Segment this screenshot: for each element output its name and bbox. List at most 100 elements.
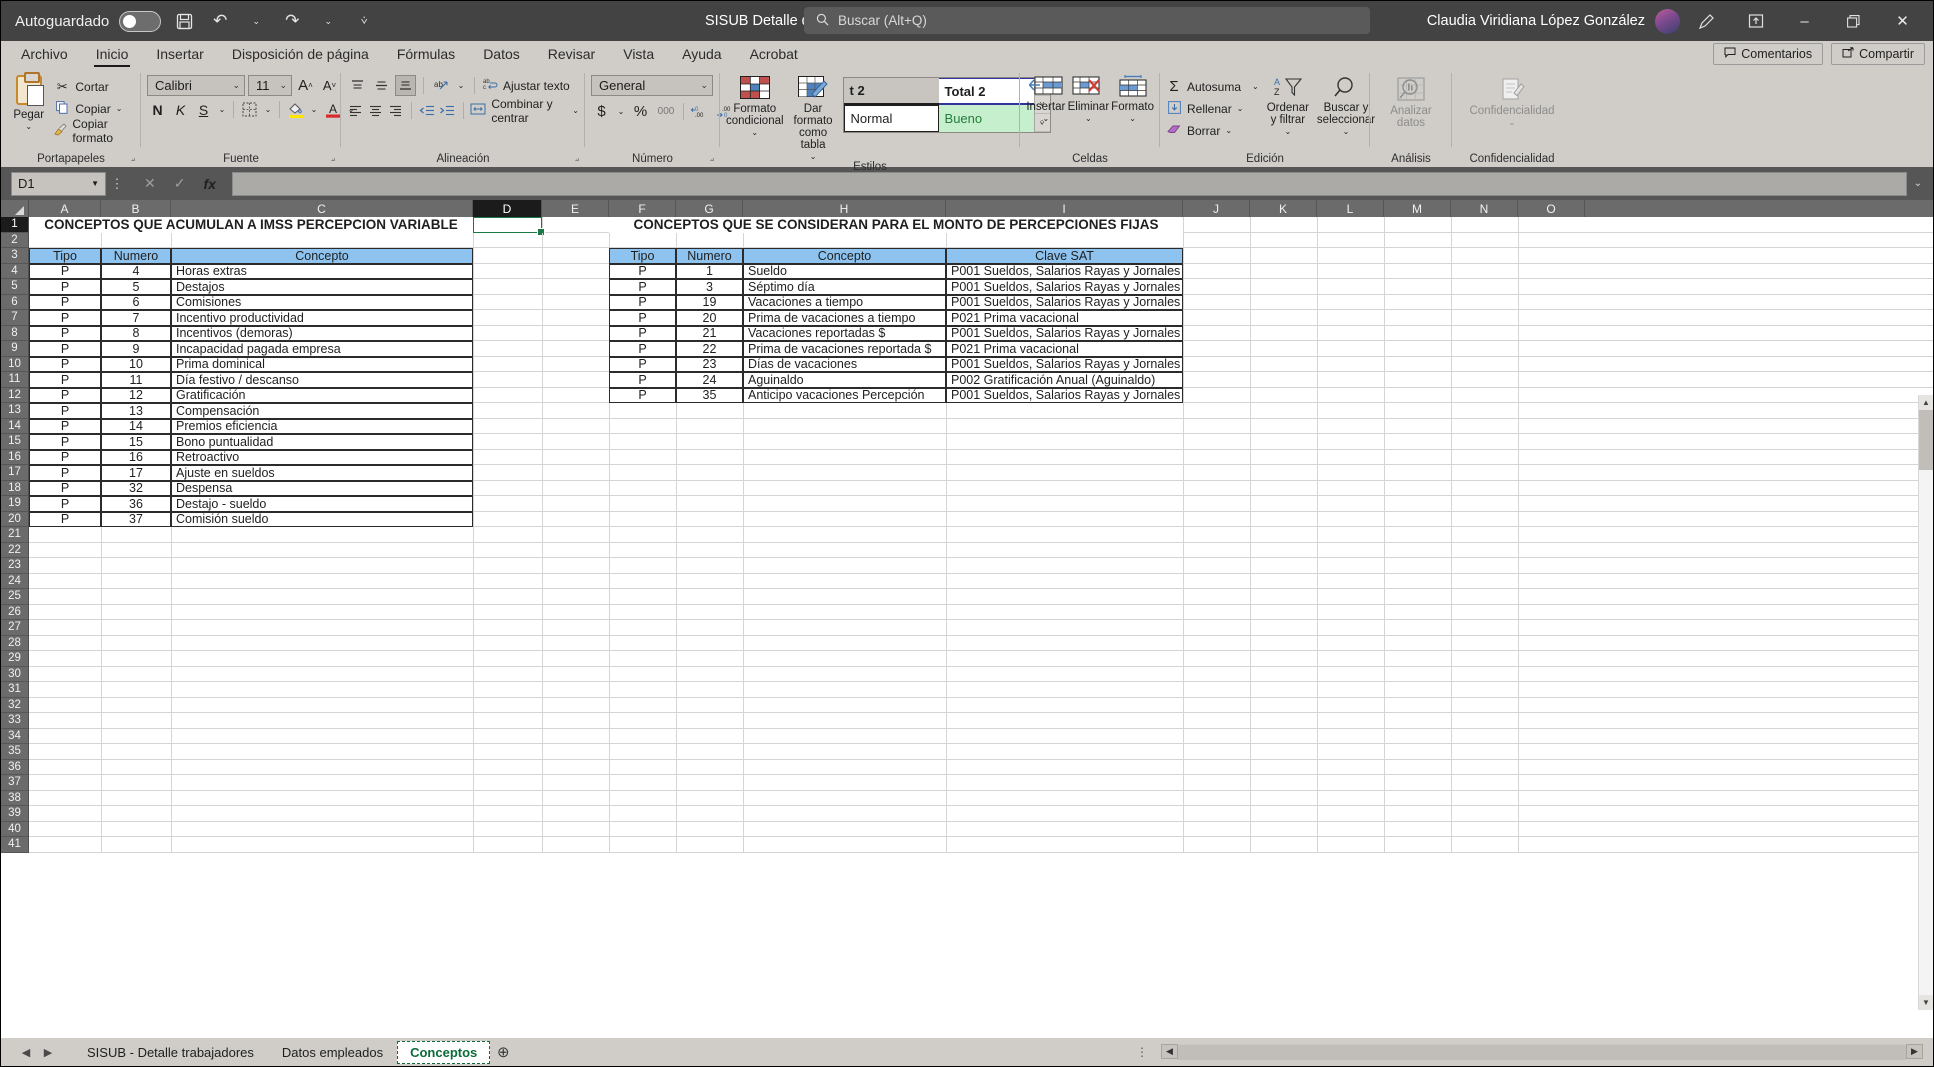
decrease-font-size-icon[interactable]: A ˅: [319, 75, 340, 96]
align-bottom-icon[interactable]: [395, 75, 416, 96]
cell[interactable]: P: [29, 356, 101, 372]
row-header-33[interactable]: 33: [1, 713, 29, 729]
row-cells[interactable]: P 14 Premios eficiencia: [29, 418, 1933, 434]
row-cells[interactable]: [29, 713, 1933, 729]
row-header-13[interactable]: 13: [1, 403, 29, 419]
scroll-left-icon[interactable]: ◀: [1161, 1044, 1178, 1059]
cell[interactable]: 9: [101, 341, 171, 357]
cell[interactable]: Sueldo: [743, 263, 946, 279]
row-header-32[interactable]: 32: [1, 697, 29, 713]
decrease-indent-icon[interactable]: [419, 100, 436, 121]
conditional-format-button[interactable]: Formato condicional ⌄: [726, 74, 784, 137]
row-header-37[interactable]: 37: [1, 775, 29, 791]
cell[interactable]: Vacaciones a tiempo: [743, 294, 946, 310]
column-header-n[interactable]: N: [1451, 200, 1518, 217]
ribbon-tab-datos[interactable]: Datos: [469, 43, 534, 67]
row-cells[interactable]: P 15 Bono puntualidad: [29, 434, 1933, 450]
row-cells[interactable]: P 17 Ajuste en sueldos: [29, 465, 1933, 481]
row-cells[interactable]: [29, 573, 1933, 589]
cell[interactable]: 10: [101, 356, 171, 372]
sort-filter-dropdown-icon[interactable]: ⌄: [1284, 127, 1291, 136]
row-cells[interactable]: P 10 Prima dominical P 23 Días de vacaciones P…: [29, 356, 1933, 372]
horizontal-scroll-track[interactable]: [1178, 1044, 1906, 1060]
row-cells[interactable]: [29, 666, 1933, 682]
cell[interactable]: Gratificación: [171, 387, 473, 403]
increase-indent-icon[interactable]: [439, 100, 456, 121]
row-cells[interactable]: [29, 821, 1933, 837]
row-header-36[interactable]: 36: [1, 759, 29, 775]
cell[interactable]: Prima de vacaciones a tiempo: [743, 310, 946, 326]
row-cells[interactable]: [29, 837, 1933, 853]
formula-bar-handle[interactable]: ⋮: [106, 176, 128, 192]
row-cells[interactable]: [29, 620, 1933, 636]
ribbon-display-options-icon[interactable]: [1733, 2, 1778, 40]
number-dialog-launcher-icon[interactable]: ⟓: [710, 153, 714, 164]
row-cells[interactable]: [29, 775, 1933, 791]
autosum-button[interactable]: Σ Autosuma ⌄: [1166, 76, 1259, 97]
cell[interactable]: P: [29, 372, 101, 388]
clear-button[interactable]: Borrar ⌄: [1166, 120, 1259, 141]
cell[interactable]: P: [609, 356, 676, 372]
cell[interactable]: 22: [676, 341, 743, 357]
cell[interactable]: P: [609, 341, 676, 357]
row-header-18[interactable]: 18: [1, 480, 29, 496]
row-cells[interactable]: [29, 542, 1933, 558]
horizontal-scroll-thumb[interactable]: [1178, 1045, 1906, 1060]
align-top-icon[interactable]: [347, 75, 368, 96]
font-size-select[interactable]: 11 ⌄: [248, 75, 292, 96]
row-cells[interactable]: [29, 806, 1933, 822]
cell[interactable]: Horas extras: [171, 263, 473, 279]
cell[interactable]: Concepto: [171, 248, 473, 264]
cell[interactable]: 23: [676, 356, 743, 372]
row-header-41[interactable]: 41: [1, 837, 29, 853]
cell[interactable]: Concepto: [743, 248, 946, 264]
autosum-dropdown-icon[interactable]: ⌄: [1252, 82, 1259, 91]
borders-icon[interactable]: [239, 99, 260, 120]
cell[interactable]: Numero: [101, 248, 171, 264]
cell[interactable]: 11: [101, 372, 171, 388]
row-header-8[interactable]: 8: [1, 325, 29, 341]
cell[interactable]: P: [29, 496, 101, 512]
cell[interactable]: Anticipo vacaciones Percepción: [743, 387, 946, 403]
row-cells[interactable]: [29, 589, 1933, 605]
fill-dropdown-icon[interactable]: ⌄: [1237, 104, 1244, 113]
row-cells[interactable]: P 6 Comisiones P 19 Vacaciones a tiempo P001 S…: [29, 294, 1933, 310]
cell[interactable]: Incentivos (demoras): [171, 325, 473, 341]
name-box[interactable]: D1 ▼: [11, 171, 106, 196]
cell[interactable]: Aguinaldo: [743, 372, 946, 388]
next-sheet-icon[interactable]: ▶: [37, 1046, 59, 1059]
redo-dropdown-icon[interactable]: ⌄: [315, 8, 341, 34]
cell[interactable]: P: [29, 465, 101, 481]
row-cells[interactable]: [29, 759, 1933, 775]
align-middle-icon[interactable]: [371, 75, 392, 96]
bold-button[interactable]: N: [147, 99, 168, 120]
ribbon-tab-formulas[interactable]: Fórmulas: [383, 43, 469, 67]
cell[interactable]: 1: [676, 263, 743, 279]
add-sheet-icon[interactable]: ⊕: [490, 1043, 516, 1061]
row-header-6[interactable]: 6: [1, 294, 29, 310]
scroll-up-icon[interactable]: ▲: [1919, 395, 1933, 410]
selected-cell-indicator[interactable]: [473, 217, 545, 235]
cell[interactable]: 16: [101, 449, 171, 465]
cell[interactable]: P001 Sueldos, Salarios Rayas y Jornales: [946, 279, 1183, 295]
cell[interactable]: P001 Sueldos, Salarios Rayas y Jornales: [946, 294, 1183, 310]
column-header-o[interactable]: O: [1518, 200, 1585, 217]
merge-center-button[interactable]: Combinar y centrar ⌄: [470, 97, 579, 125]
sort-filter-button[interactable]: AZ Ordenar y filtrar ⌄: [1267, 74, 1309, 136]
paste-button[interactable]: Pegar ⌄: [7, 72, 50, 131]
sheet-tab-sisub[interactable]: SISUB - Detalle trabajadores: [73, 1041, 268, 1064]
cell[interactable]: 6: [101, 294, 171, 310]
row-cells[interactable]: P 11 Día festivo / descanso P 24 Aguinaldo P00…: [29, 372, 1933, 388]
cell[interactable]: Séptimo día: [743, 279, 946, 295]
row-cells[interactable]: P 36 Destajo - sueldo: [29, 496, 1933, 512]
row-header-25[interactable]: 25: [1, 589, 29, 605]
column-header-k[interactable]: K: [1250, 200, 1317, 217]
alignment-dialog-launcher-icon[interactable]: ⟓: [575, 153, 579, 164]
row-cells[interactable]: [29, 604, 1933, 620]
previous-sheet-icon[interactable]: ◀: [15, 1046, 37, 1059]
row-cells[interactable]: [29, 651, 1933, 667]
row-header-2[interactable]: 2: [1, 232, 29, 248]
row-header-9[interactable]: 9: [1, 341, 29, 357]
cell[interactable]: P: [29, 434, 101, 450]
clipboard-dialog-launcher-icon[interactable]: ⟓: [131, 153, 135, 164]
